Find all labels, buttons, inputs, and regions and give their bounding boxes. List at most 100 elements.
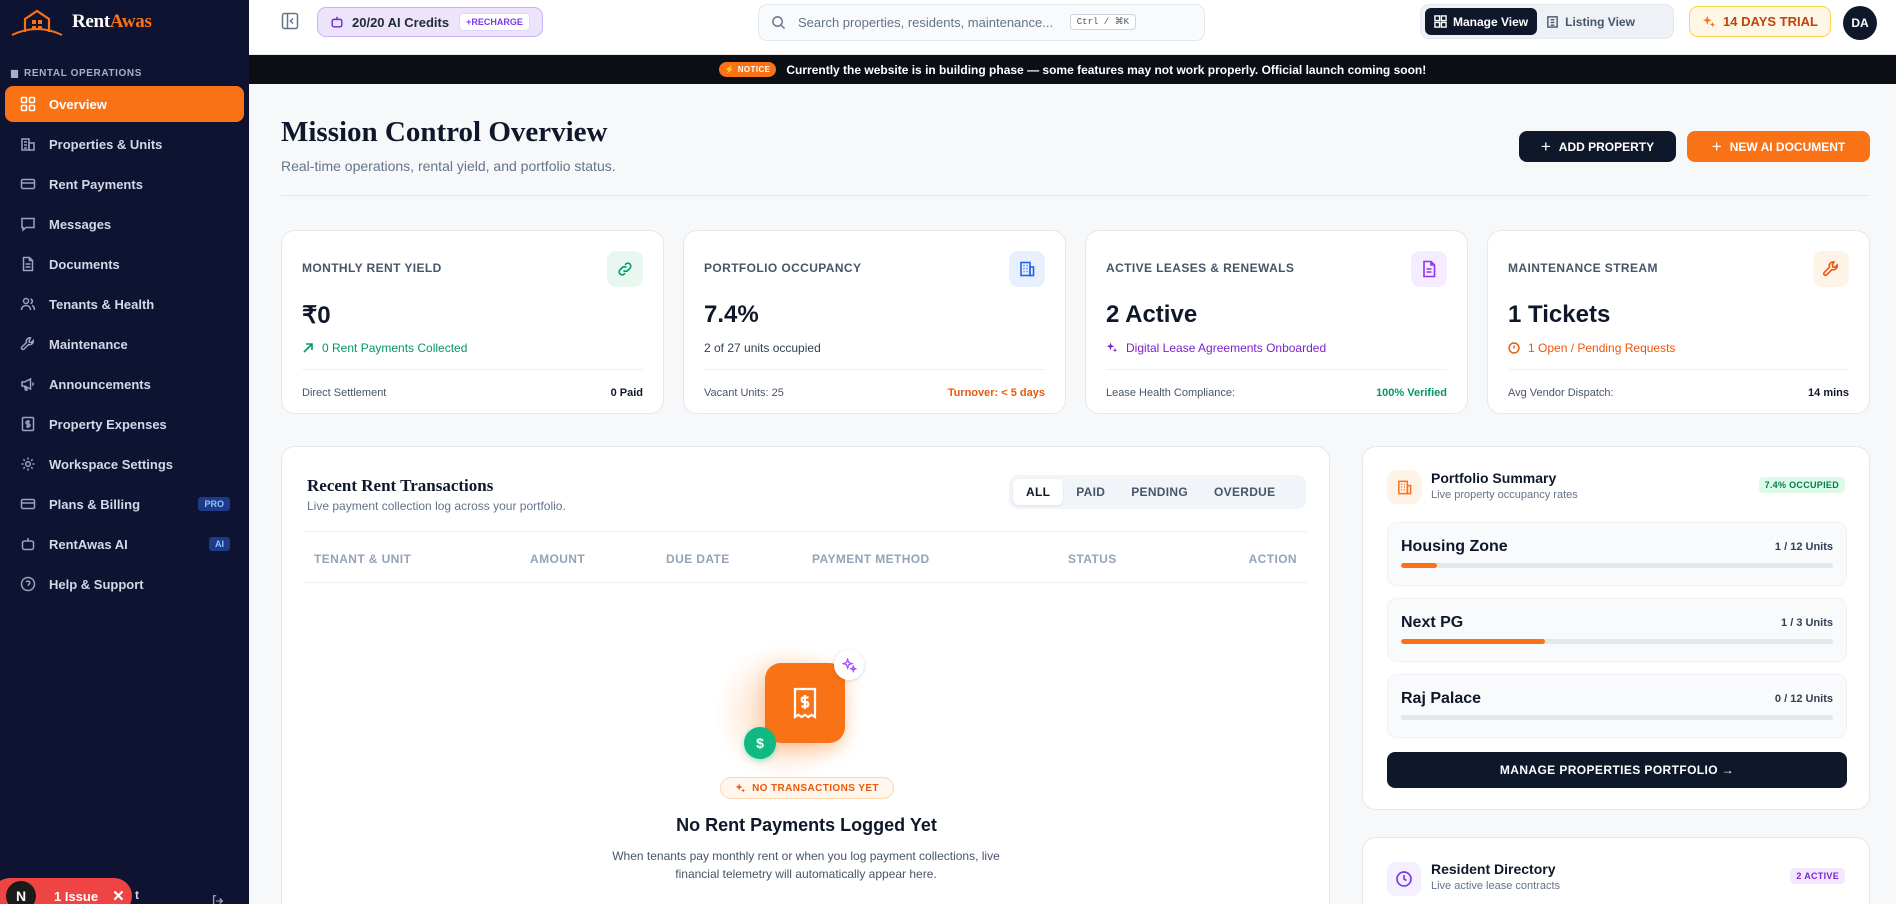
issue-indicator[interactable]: N 1 Issue ✕	[0, 878, 132, 904]
stat-icon-box	[1009, 251, 1045, 287]
sidebar-item-plans-billing[interactable]: Plans & Billing PRO	[5, 486, 244, 522]
occupancy-track	[1401, 563, 1833, 568]
stat-icon-box	[607, 251, 643, 287]
filter-overdue[interactable]: OVERDUE	[1201, 479, 1288, 505]
sidebar-item-property-expenses[interactable]: Property Expenses	[5, 406, 244, 442]
help-circle-icon	[20, 576, 36, 592]
plus-icon: +	[1711, 137, 1722, 156]
stat-foot-value: Turnover: < 5 days	[947, 387, 1045, 399]
stat-value: ₹0	[302, 302, 331, 329]
listing-view-label: Listing View	[1565, 14, 1635, 29]
users-icon	[20, 297, 36, 311]
column-header: TENANT & UNIT	[314, 552, 412, 566]
wrench-icon	[1822, 261, 1838, 277]
listing-view-button[interactable]: Listing View	[1537, 8, 1644, 35]
manage-portfolio-button[interactable]: MANAGE PROPERTIES PORTFOLIO →	[1387, 752, 1847, 788]
stat-label: MONTHLY RENT YIELD	[302, 261, 442, 275]
sidebar-toggle-icon[interactable]	[281, 12, 299, 30]
zone-units: 1 / 12 Units	[1774, 541, 1833, 553]
sidebar-section-label: RENTAL OPERATIONS	[10, 68, 249, 79]
resident-directory-card: Resident Directory Live active lease con…	[1362, 837, 1870, 904]
sidebar-item-documents[interactable]: Documents	[5, 246, 244, 282]
add-property-label: ADD PROPERTY	[1558, 139, 1655, 154]
empty-state-illustration	[765, 663, 845, 743]
stat-foot-label: Vacant Units: 25	[704, 387, 784, 399]
occupancy-track	[1401, 715, 1833, 720]
property-zone[interactable]: Raj Palace 0 / 12 Units	[1387, 674, 1847, 738]
sidebar-item-maintenance[interactable]: Maintenance	[5, 326, 244, 362]
column-header: AMOUNT	[530, 552, 586, 566]
rentawas-logo-icon	[11, 9, 63, 36]
search-input[interactable]	[798, 15, 1078, 30]
sidebar-item-label: Tenants & Health	[49, 296, 155, 312]
stat-sub: Digital Lease Agreements Onboarded	[1106, 341, 1326, 355]
building-icon	[10, 69, 19, 78]
stat-foot-value: 100% Verified	[1376, 387, 1447, 399]
building-icon	[1547, 16, 1558, 28]
manage-view-button[interactable]: Manage View	[1425, 8, 1538, 35]
trial-badge[interactable]: 14 DAYS TRIAL	[1689, 6, 1831, 37]
sidebar-item-workspace-settings[interactable]: Workspace Settings	[5, 446, 244, 482]
sidebar-item-label: Properties & Units	[49, 136, 163, 152]
sidebar-item-label: Announcements	[49, 376, 151, 392]
sidebar-item-rentawas-ai[interactable]: RentAwas AI AI	[5, 526, 244, 562]
sidebar-item-overview[interactable]: Overview	[5, 86, 244, 122]
trend-up-icon	[303, 343, 313, 353]
recharge-button[interactable]: +RECHARGE	[459, 13, 530, 31]
sidebar-item-label: Messages	[49, 216, 112, 232]
logout-icon[interactable]	[211, 894, 225, 904]
close-icon[interactable]: ✕	[112, 887, 125, 904]
sidebar-footer-text: t	[135, 888, 139, 902]
sparkle-icon	[735, 782, 746, 793]
column-header: DUE DATE	[666, 552, 730, 566]
stat-label: ACTIVE LEASES & RENEWALS	[1106, 261, 1295, 275]
page-title: Mission Control Overview	[281, 116, 608, 148]
card-subtitle: Live active lease contracts	[1431, 880, 1561, 892]
property-zone[interactable]: Housing Zone 1 / 12 Units	[1387, 522, 1847, 586]
filter-paid[interactable]: PAID	[1063, 479, 1118, 505]
column-header: STATUS	[1068, 552, 1117, 566]
user-avatar[interactable]: DA	[1843, 6, 1877, 40]
search-bar[interactable]: Ctrl / ⌘K	[758, 4, 1205, 41]
add-property-button[interactable]: + ADD PROPERTY	[1519, 131, 1676, 162]
brand-name-a: Rent	[72, 11, 110, 32]
alert-circle-icon	[1508, 342, 1520, 354]
stat-sub-text: 2 of 27 units occupied	[704, 341, 821, 355]
zone-units: 0 / 12 Units	[1774, 693, 1833, 705]
document-icon	[1423, 260, 1436, 278]
occupancy-fill	[1401, 639, 1545, 644]
clock-icon	[1396, 871, 1412, 887]
filter-pending[interactable]: PENDING	[1118, 479, 1201, 505]
property-zone[interactable]: Next PG 1 / 3 Units	[1387, 598, 1847, 662]
sidebar-item-label: Help & Support	[49, 576, 144, 592]
empty-state-description: When tenants pay monthly rent or when yo…	[612, 849, 1000, 881]
occupancy-track	[1401, 639, 1833, 644]
sidebar-item-tenants-health[interactable]: Tenants & Health	[5, 286, 244, 322]
filter-all[interactable]: ALL	[1013, 479, 1064, 505]
stat-card-rent-yield: MONTHLY RENT YIELD ₹0 0 Rent Payments Co…	[281, 230, 664, 414]
sidebar-item-label: Overview	[49, 96, 107, 112]
notice-badge: ⚡ NOTICE	[718, 62, 777, 77]
issue-avatar: N	[6, 881, 36, 904]
empty-state-badge: NO TRANSACTIONS YET	[720, 777, 894, 799]
new-ai-document-button[interactable]: + NEW AI DOCUMENT	[1687, 131, 1870, 162]
sidebar-item-properties-units[interactable]: Properties & Units	[5, 126, 244, 162]
card-title: Portfolio Summary	[1431, 470, 1557, 486]
section-label-text: RENTAL OPERATIONS	[24, 68, 142, 79]
ai-credits[interactable]: 20/20 AI Credits +RECHARGE	[317, 7, 543, 37]
manage-view-label: Manage View	[1453, 14, 1529, 29]
resident-icon-box	[1387, 862, 1421, 896]
building-icon	[1020, 261, 1035, 277]
sidebar-item-announcements[interactable]: Announcements	[5, 366, 244, 402]
sparkle-badge	[834, 650, 864, 680]
sidebar-item-rent-payments[interactable]: Rent Payments	[5, 166, 244, 202]
divider	[704, 369, 1045, 370]
brand[interactable]: RentAwas	[0, 0, 249, 44]
dollar-icon: $	[744, 727, 776, 759]
gear-icon	[21, 457, 35, 471]
sidebar-item-messages[interactable]: Messages	[5, 206, 244, 242]
sidebar-item-help-support[interactable]: Help & Support	[5, 566, 244, 602]
sparkle-icon	[1106, 342, 1118, 353]
search-icon	[772, 16, 786, 30]
card-title: Recent Rent Transactions	[307, 476, 494, 495]
